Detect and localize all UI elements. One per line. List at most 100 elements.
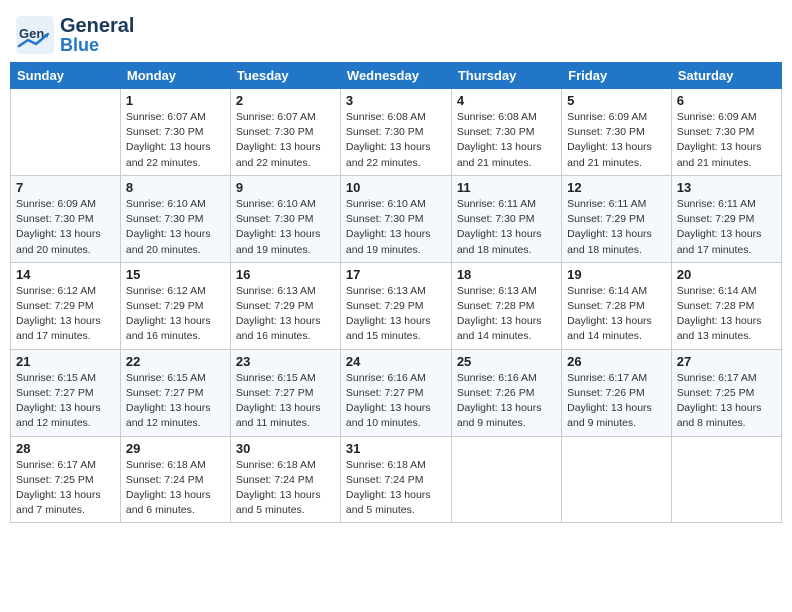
logo: Gen General Blue [14, 14, 134, 56]
week-row-4: 21Sunrise: 6:15 AMSunset: 7:27 PMDayligh… [11, 349, 782, 436]
calendar-cell: 11 Sunrise: 6:11 AMSunset: 7:30 PMDayligh… [451, 175, 561, 262]
calendar-cell: 20 Sunrise: 6:14 AMSunset: 7:28 PMDayligh… [671, 262, 781, 349]
weekday-header-sunday: Sunday [11, 63, 121, 89]
calendar-cell: 7 Sunrise: 6:09 AMSunset: 7:30 PMDaylight… [11, 175, 121, 262]
calendar-cell: 4 Sunrise: 6:08 AMSunset: 7:30 PMDaylight… [451, 89, 561, 176]
week-row-2: 7 Sunrise: 6:09 AMSunset: 7:30 PMDaylight… [11, 175, 782, 262]
calendar-cell: 31Sunrise: 6:18 AMSunset: 7:24 PMDayligh… [340, 436, 451, 523]
day-detail: Sunrise: 6:17 AMSunset: 7:26 PMDaylight:… [567, 371, 666, 432]
calendar-cell: 22 Sunrise: 6:15 AMSunset: 7:27 PMDayligh… [120, 349, 230, 436]
calendar-cell [671, 436, 781, 523]
day-detail: Sunrise: 6:17 AMSunset: 7:25 PMDaylight:… [16, 458, 115, 519]
day-detail: Sunrise: 6:14 AMSunset: 7:28 PMDaylight:… [567, 284, 666, 345]
day-number: 15 [126, 267, 225, 282]
day-number: 27 [677, 354, 776, 369]
day-number: 6 [677, 93, 776, 108]
logo-line1: General [60, 16, 134, 36]
day-number: 24 [346, 354, 446, 369]
calendar-cell: 15 Sunrise: 6:12 AMSunset: 7:29 PMDayligh… [120, 262, 230, 349]
calendar-cell: 30 Sunrise: 6:18 AMSunset: 7:24 PMDayligh… [230, 436, 340, 523]
day-number: 14 [16, 267, 115, 282]
calendar-cell: 23Sunrise: 6:15 AMSunset: 7:27 PMDayligh… [230, 349, 340, 436]
day-number: 10 [346, 180, 446, 195]
day-detail: Sunrise: 6:11 AMSunset: 7:29 PMDaylight:… [677, 197, 776, 258]
calendar-cell: 26Sunrise: 6:17 AMSunset: 7:26 PMDayligh… [562, 349, 672, 436]
day-number: 17 [346, 267, 446, 282]
day-number: 28 [16, 441, 115, 456]
day-number: 9 [236, 180, 335, 195]
day-detail: Sunrise: 6:09 AMSunset: 7:30 PMDaylight:… [16, 197, 115, 258]
day-number: 30 [236, 441, 335, 456]
calendar-cell: 13Sunrise: 6:11 AMSunset: 7:29 PMDayligh… [671, 175, 781, 262]
weekday-header-friday: Friday [562, 63, 672, 89]
day-number: 5 [567, 93, 666, 108]
calendar-cell [11, 89, 121, 176]
calendar-cell: 25 Sunrise: 6:16 AMSunset: 7:26 PMDayligh… [451, 349, 561, 436]
weekday-header-row: SundayMondayTuesdayWednesdayThursdayFrid… [11, 63, 782, 89]
day-detail: Sunrise: 6:16 AMSunset: 7:26 PMDaylight:… [457, 371, 556, 432]
day-number: 20 [677, 267, 776, 282]
day-detail: Sunrise: 6:15 AMSunset: 7:27 PMDaylight:… [126, 371, 225, 432]
day-detail: Sunrise: 6:16 AMSunset: 7:27 PMDaylight:… [346, 371, 446, 432]
calendar-cell: 9 Sunrise: 6:10 AMSunset: 7:30 PMDaylight… [230, 175, 340, 262]
day-number: 18 [457, 267, 556, 282]
calendar-cell: 6 Sunrise: 6:09 AMSunset: 7:30 PMDaylight… [671, 89, 781, 176]
day-detail: Sunrise: 6:08 AMSunset: 7:30 PMDaylight:… [457, 110, 556, 171]
day-detail: Sunrise: 6:07 AMSunset: 7:30 PMDaylight:… [126, 110, 225, 171]
day-number: 22 [126, 354, 225, 369]
day-number: 11 [457, 180, 556, 195]
weekday-header-tuesday: Tuesday [230, 63, 340, 89]
calendar-cell: 12Sunrise: 6:11 AMSunset: 7:29 PMDayligh… [562, 175, 672, 262]
day-number: 29 [126, 441, 225, 456]
calendar-cell [562, 436, 672, 523]
calendar-cell: 29 Sunrise: 6:18 AMSunset: 7:24 PMDayligh… [120, 436, 230, 523]
calendar: SundayMondayTuesdayWednesdayThursdayFrid… [10, 62, 782, 523]
weekday-header-saturday: Saturday [671, 63, 781, 89]
calendar-cell: 21Sunrise: 6:15 AMSunset: 7:27 PMDayligh… [11, 349, 121, 436]
day-detail: Sunrise: 6:13 AMSunset: 7:29 PMDaylight:… [346, 284, 446, 345]
day-detail: Sunrise: 6:10 AMSunset: 7:30 PMDaylight:… [236, 197, 335, 258]
week-row-5: 28 Sunrise: 6:17 AMSunset: 7:25 PMDayligh… [11, 436, 782, 523]
calendar-cell: 5 Sunrise: 6:09 AMSunset: 7:30 PMDaylight… [562, 89, 672, 176]
weekday-header-wednesday: Wednesday [340, 63, 451, 89]
header: Gen General Blue [10, 10, 782, 56]
day-detail: Sunrise: 6:17 AMSunset: 7:25 PMDaylight:… [677, 371, 776, 432]
day-number: 25 [457, 354, 556, 369]
day-detail: Sunrise: 6:10 AMSunset: 7:30 PMDaylight:… [346, 197, 446, 258]
day-number: 19 [567, 267, 666, 282]
day-detail: Sunrise: 6:09 AMSunset: 7:30 PMDaylight:… [567, 110, 666, 171]
day-detail: Sunrise: 6:18 AMSunset: 7:24 PMDaylight:… [126, 458, 225, 519]
day-detail: Sunrise: 6:14 AMSunset: 7:28 PMDaylight:… [677, 284, 776, 345]
day-detail: Sunrise: 6:18 AMSunset: 7:24 PMDaylight:… [346, 458, 446, 519]
calendar-cell: 19 Sunrise: 6:14 AMSunset: 7:28 PMDayligh… [562, 262, 672, 349]
calendar-cell: 8 Sunrise: 6:10 AMSunset: 7:30 PMDaylight… [120, 175, 230, 262]
calendar-cell: 10 Sunrise: 6:10 AMSunset: 7:30 PMDayligh… [340, 175, 451, 262]
day-detail: Sunrise: 6:13 AMSunset: 7:29 PMDaylight:… [236, 284, 335, 345]
day-detail: Sunrise: 6:12 AMSunset: 7:29 PMDaylight:… [126, 284, 225, 345]
day-detail: Sunrise: 6:10 AMSunset: 7:30 PMDaylight:… [126, 197, 225, 258]
calendar-cell: 14Sunrise: 6:12 AMSunset: 7:29 PMDayligh… [11, 262, 121, 349]
calendar-cell: 1 Sunrise: 6:07 AMSunset: 7:30 PMDaylight… [120, 89, 230, 176]
calendar-cell [451, 436, 561, 523]
day-number: 4 [457, 93, 556, 108]
day-number: 16 [236, 267, 335, 282]
calendar-cell: 17 Sunrise: 6:13 AMSunset: 7:29 PMDayligh… [340, 262, 451, 349]
calendar-cell: 27 Sunrise: 6:17 AMSunset: 7:25 PMDayligh… [671, 349, 781, 436]
calendar-cell: 2Sunrise: 6:07 AMSunset: 7:30 PMDaylight… [230, 89, 340, 176]
day-detail: Sunrise: 6:09 AMSunset: 7:30 PMDaylight:… [677, 110, 776, 171]
day-number: 12 [567, 180, 666, 195]
week-row-1: 1 Sunrise: 6:07 AMSunset: 7:30 PMDaylight… [11, 89, 782, 176]
day-detail: Sunrise: 6:18 AMSunset: 7:24 PMDaylight:… [236, 458, 335, 519]
day-detail: Sunrise: 6:15 AMSunset: 7:27 PMDaylight:… [16, 371, 115, 432]
calendar-cell: 16 Sunrise: 6:13 AMSunset: 7:29 PMDayligh… [230, 262, 340, 349]
calendar-cell: 28 Sunrise: 6:17 AMSunset: 7:25 PMDayligh… [11, 436, 121, 523]
day-number: 8 [126, 180, 225, 195]
day-number: 1 [126, 93, 225, 108]
day-number: 23 [236, 354, 335, 369]
day-number: 7 [16, 180, 115, 195]
day-detail: Sunrise: 6:13 AMSunset: 7:28 PMDaylight:… [457, 284, 556, 345]
day-detail: Sunrise: 6:08 AMSunset: 7:30 PMDaylight:… [346, 110, 446, 171]
day-number: 2 [236, 93, 335, 108]
day-number: 3 [346, 93, 446, 108]
day-detail: Sunrise: 6:11 AMSunset: 7:30 PMDaylight:… [457, 197, 556, 258]
